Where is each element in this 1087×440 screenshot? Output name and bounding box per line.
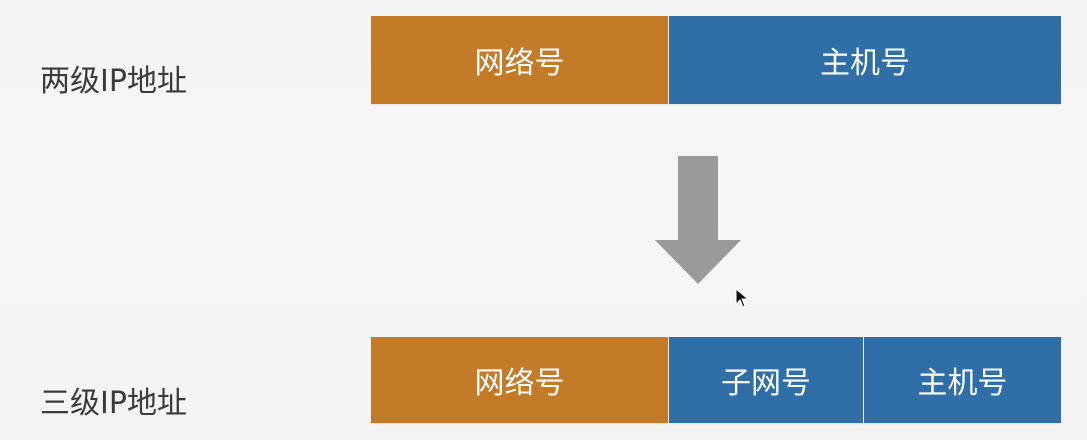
down-arrow-icon	[655, 156, 741, 284]
two-level-ip-label: 两级IP地址	[40, 64, 187, 99]
three-level-host-segment: 主机号	[864, 337, 1061, 423]
two-level-host-segment: 主机号	[669, 16, 1061, 104]
two-level-network-segment: 网络号	[371, 16, 669, 104]
three-level-ip-label: 三级IP地址	[40, 386, 187, 421]
three-level-network-segment: 网络号	[371, 337, 669, 423]
three-level-ip-bar: 网络号 子网号 主机号	[371, 337, 1061, 423]
two-level-ip-bar: 网络号 主机号	[371, 16, 1061, 104]
ip-address-diagram: 两级IP地址 网络号 主机号 三级IP地址 网络号 子网号 主机号	[0, 0, 1087, 440]
cursor-icon	[735, 288, 749, 308]
three-level-subnet-segment: 子网号	[669, 337, 864, 423]
